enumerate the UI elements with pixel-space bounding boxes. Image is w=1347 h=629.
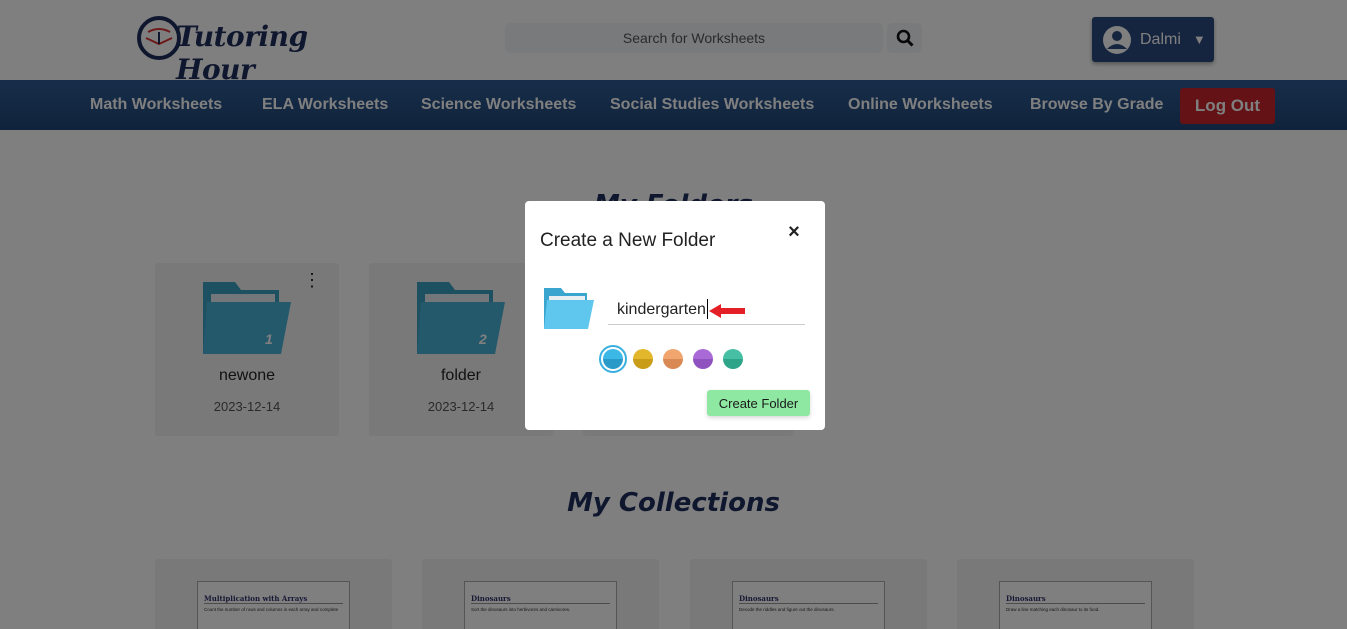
- folder-icon: [544, 288, 594, 329]
- color-swatch-teal[interactable]: [723, 349, 743, 369]
- color-swatch-yellow[interactable]: [633, 349, 653, 369]
- create-folder-modal: Create a New Folder × Create Folder: [525, 201, 825, 430]
- red-arrow-icon: [709, 304, 745, 318]
- color-swatch-purple[interactable]: [693, 349, 713, 369]
- create-folder-button[interactable]: Create Folder: [707, 390, 810, 416]
- modal-title: Create a New Folder: [540, 230, 716, 251]
- color-swatch-orange[interactable]: [663, 349, 683, 369]
- color-picker: [599, 345, 743, 373]
- color-swatch-blue[interactable]: [599, 345, 627, 373]
- close-icon[interactable]: ×: [785, 221, 803, 243]
